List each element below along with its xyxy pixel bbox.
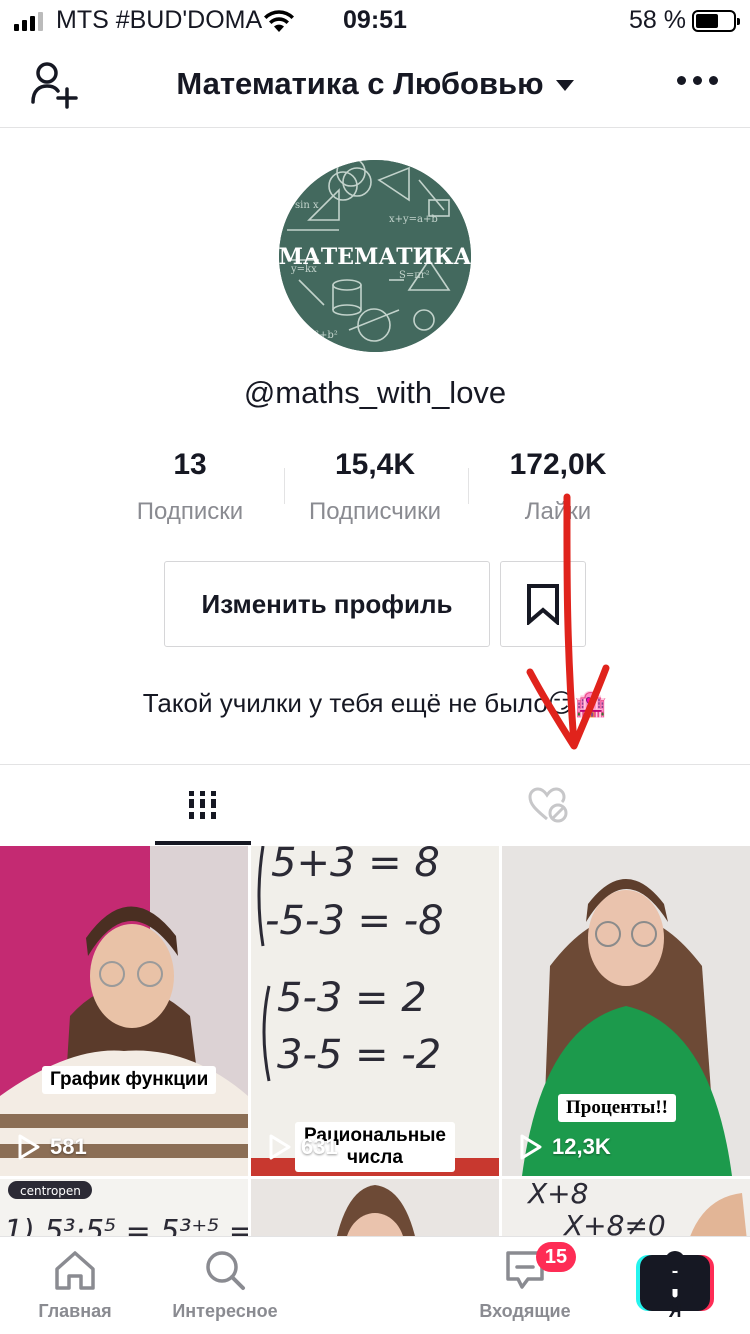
home-icon: [55, 1251, 95, 1290]
view-count: 581: [18, 1134, 87, 1160]
board-line: 3-5 = -2: [277, 1032, 441, 1078]
username: @maths_with_love: [243, 375, 507, 410]
favorites-button[interactable]: [500, 561, 586, 647]
liked-hidden-icon: [527, 787, 567, 823]
account-switcher[interactable]: Математика с Любовью: [0, 66, 750, 102]
video-grid: График функции 581 5+3 = 8 -5-3 = -8 5-3…: [0, 846, 750, 1266]
svg-text:S=πr²: S=πr²: [399, 270, 430, 281]
likes-stat[interactable]: 172,0K Лайки: [458, 448, 658, 526]
grid-icon: [188, 791, 216, 819]
video-thumbnail[interactable]: 5+3 = 8 -5-3 = -8 5-3 = 2 3-5 = -2 Рацио…: [251, 846, 499, 1176]
board-line: 5+3 = 8: [271, 846, 440, 886]
tab-videos[interactable]: [15, 765, 390, 845]
followers-label: Подписчики: [308, 498, 442, 525]
tab-liked[interactable]: [360, 765, 735, 845]
nav-profile[interactable]: Я: [600, 1237, 750, 1334]
nav-discover-label: Интересное: [172, 1301, 278, 1321]
play-icon: [18, 1134, 40, 1160]
view-count: 12,3K: [520, 1134, 611, 1160]
nav-profile-label: Я: [668, 1301, 682, 1321]
nav-home-label: Главная: [38, 1301, 112, 1321]
play-icon: [520, 1134, 542, 1160]
battery-percent: 58 %: [629, 6, 686, 34]
board-brand: centropen: [20, 1184, 81, 1198]
video-caption: Проценты!!: [558, 1094, 676, 1122]
status-bar: MTS #BUD'DOMA 09:51 58 %: [0, 0, 750, 40]
edit-profile-button[interactable]: Изменить профиль: [164, 561, 490, 647]
video-thumbnail[interactable]: Проценты!! 12,3K: [502, 846, 750, 1176]
profile-icon: [657, 1251, 693, 1289]
bio-text: Такой училки у тебя ещё не было😏🏩: [142, 688, 608, 718]
following-stat[interactable]: 13 Подписки: [90, 448, 290, 526]
page-title: Математика с Любовью: [176, 66, 544, 101]
likes-count: 172,0K: [509, 448, 607, 481]
board-line: X+8: [526, 1179, 588, 1210]
svg-text:a²+b²: a²+b²: [309, 330, 338, 341]
profile-header: Математика с Любовью: [0, 40, 750, 128]
inbox-badge: 15: [536, 1242, 576, 1272]
followers-stat[interactable]: 15,4K Подписчики: [275, 448, 475, 526]
video-caption: График функции: [42, 1066, 217, 1094]
following-count: 13: [173, 448, 207, 481]
nav-discover[interactable]: Интересное: [150, 1237, 300, 1334]
avatar[interactable]: x+y=a+b sin x S=πr² y=kx a²+b² МАТЕМАТИК…: [279, 160, 471, 352]
active-tab-indicator: [155, 841, 251, 845]
avatar-text: МАТЕМАТИКА: [279, 244, 471, 270]
video-thumbnail[interactable]: График функции 581: [0, 846, 248, 1176]
profile-stats: 13 Подписки 15,4K Подписчики 172,0K Лайк…: [100, 448, 650, 528]
nav-inbox-label: Входящие: [479, 1301, 571, 1321]
followers-count: 15,4K: [334, 448, 416, 481]
svg-text:x+y=a+b: x+y=a+b: [389, 214, 438, 225]
nav-inbox[interactable]: Входящие: [450, 1237, 600, 1334]
svg-text:sin x: sin x: [295, 200, 319, 211]
nav-create[interactable]: [300, 1237, 714, 1334]
chevron-down-icon: [555, 79, 574, 91]
nav-home[interactable]: Главная: [0, 1237, 150, 1334]
view-count: 631: [269, 1134, 338, 1160]
likes-label: Лайки: [524, 498, 592, 525]
bottom-nav: Главная Интересное Входящие Я: [0, 1236, 750, 1334]
following-label: Подписки: [136, 498, 244, 525]
board-line: 5-3 = 2: [277, 975, 427, 1021]
search-icon: [206, 1251, 245, 1290]
battery-icon: [692, 10, 740, 32]
ellipsis-icon[interactable]: [677, 76, 718, 85]
profile-tabs: [0, 764, 750, 845]
play-icon: [269, 1134, 291, 1160]
board-line: -5-3 = -8: [265, 898, 444, 944]
bookmark-icon: [527, 584, 559, 625]
